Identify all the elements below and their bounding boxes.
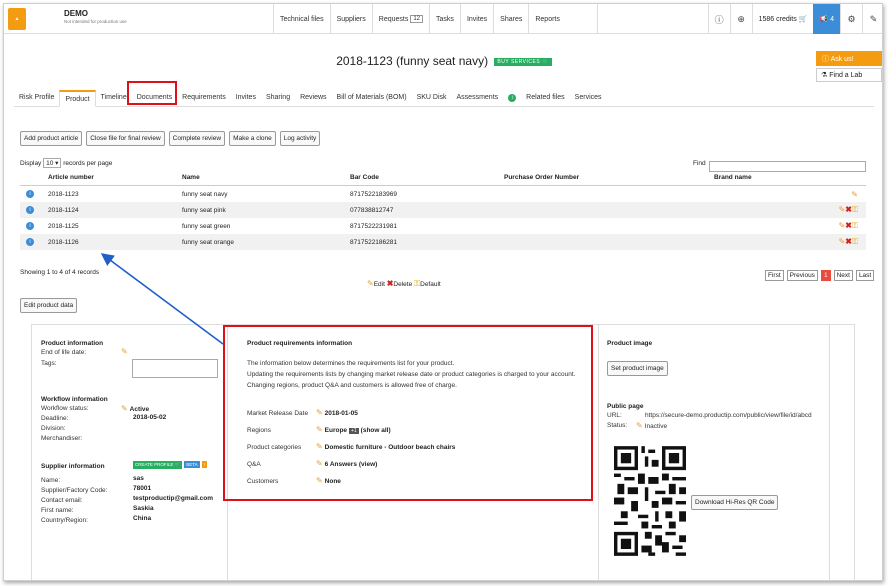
app-window: ▲ DEMO Not intended for production use T… xyxy=(3,3,883,581)
annotation-arrow xyxy=(100,253,224,345)
